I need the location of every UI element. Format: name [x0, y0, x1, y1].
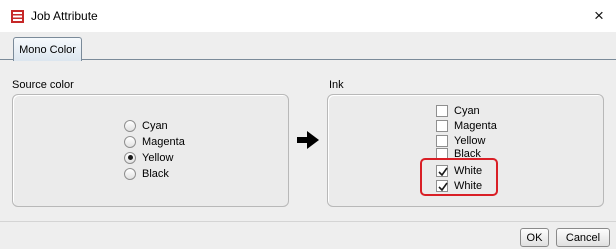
close-icon: ×: [594, 6, 604, 25]
radio-button[interactable]: [124, 151, 136, 164]
radio-option[interactable]: Cyan: [124, 118, 168, 133]
tab-strip: Mono Color: [0, 32, 616, 61]
ink-label: Ink: [329, 79, 344, 91]
radio-label: Magenta: [142, 135, 185, 148]
tab-content: Source color Cyan Magenta Yellow Black I…: [0, 61, 616, 221]
job-attribute-dialog: Job Attribute × Mono Color Source color …: [0, 0, 616, 249]
checkbox[interactable]: [436, 104, 448, 117]
radio-option[interactable]: Black: [124, 166, 169, 181]
button-bar: OK Cancel: [0, 221, 616, 249]
radio-label: Black: [142, 167, 169, 180]
ink-checkbox-option[interactable]: Magenta: [436, 118, 497, 133]
cancel-button[interactable]: Cancel: [556, 228, 610, 247]
checkbox-label: Yellow: [454, 134, 486, 147]
window-title: Job Attribute: [31, 9, 98, 23]
checkbox[interactable]: [436, 119, 448, 132]
radio-option[interactable]: Magenta: [124, 134, 185, 149]
radio-label: Cyan: [142, 119, 168, 132]
source-color-label: Source color: [12, 79, 74, 91]
ink-checkbox-option[interactable]: Cyan: [436, 103, 480, 118]
highlight-box: [420, 158, 498, 196]
title-bar: Job Attribute ×: [0, 0, 616, 32]
radio-button[interactable]: [124, 135, 136, 148]
ok-button[interactable]: OK: [520, 228, 549, 247]
checkbox-label: Magenta: [454, 119, 497, 132]
tab-mono-color[interactable]: Mono Color: [13, 37, 82, 61]
checkbox[interactable]: [436, 134, 448, 147]
checkbox-label: Cyan: [454, 104, 480, 117]
radio-label: Yellow: [142, 151, 174, 164]
printer-app-icon: [11, 10, 24, 23]
radio-option[interactable]: Yellow: [124, 150, 173, 165]
ink-checkbox-option[interactable]: Yellow: [436, 133, 485, 148]
right-arrow-icon: [297, 131, 319, 149]
tab-label: Mono Color: [19, 43, 76, 56]
radio-button[interactable]: [124, 167, 136, 180]
close-button[interactable]: ×: [582, 0, 616, 32]
radio-button[interactable]: [124, 119, 136, 132]
